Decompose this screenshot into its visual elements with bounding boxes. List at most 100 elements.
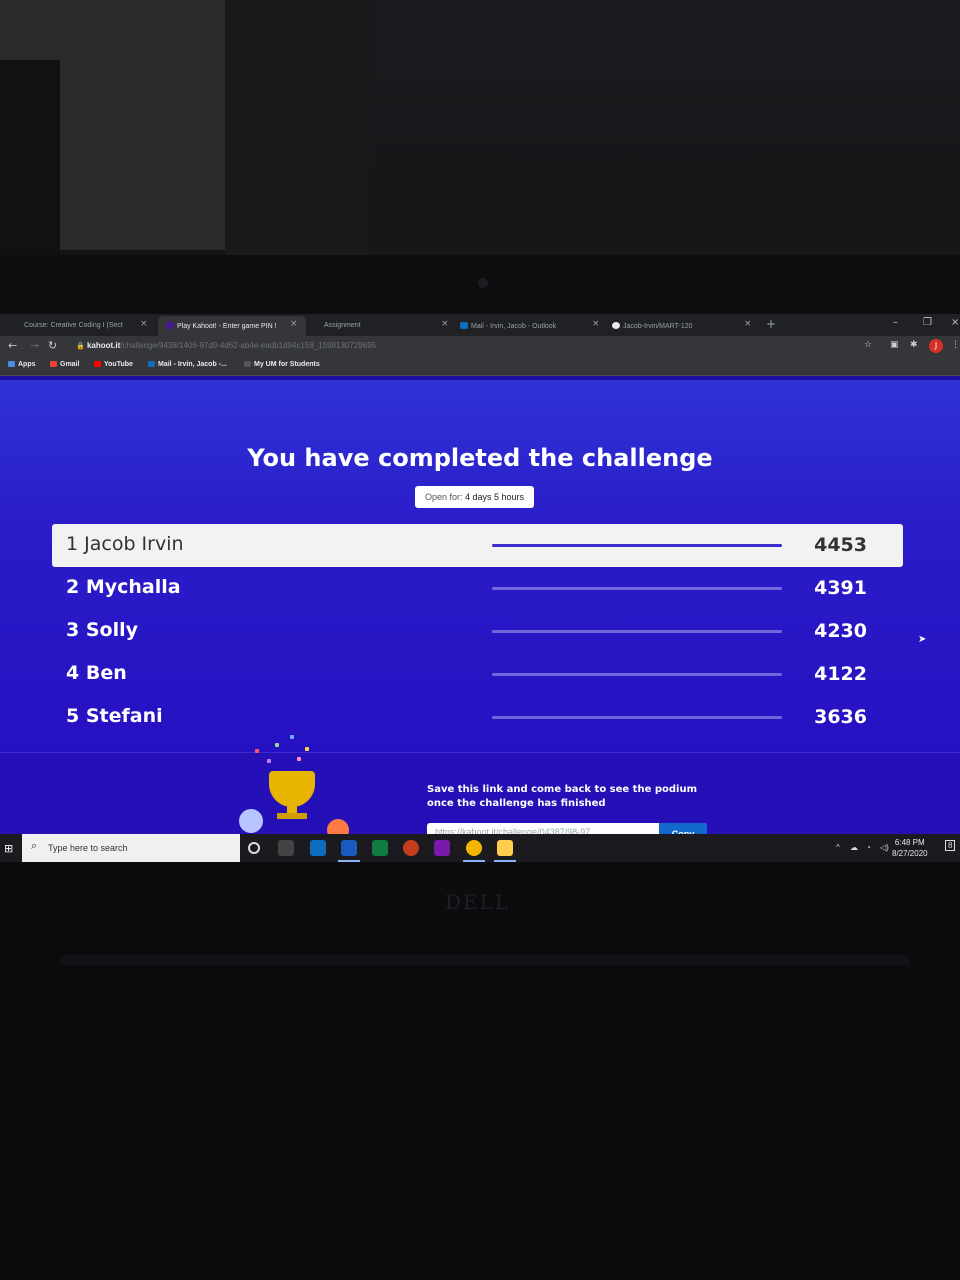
bookmark-apps[interactable]: Apps xyxy=(8,361,36,368)
save-link-instructions: Save this link and come back to see the … xyxy=(427,784,697,809)
mail-app-icon[interactable] xyxy=(310,840,326,856)
file-explorer-icon[interactable] xyxy=(497,840,513,856)
reload-icon[interactable]: ↻ xyxy=(48,339,57,352)
player-score: 4391 xyxy=(814,577,867,599)
minimize-icon[interactable]: – xyxy=(893,317,898,328)
address-bar[interactable]: 🔒 kahoot.it/challenge/9438/1406-97d9-4d6… xyxy=(70,339,885,353)
decor-ball xyxy=(239,809,263,833)
close-icon[interactable]: × xyxy=(140,319,148,329)
player-score: 4122 xyxy=(814,663,867,685)
extensions-puzzle-icon[interactable]: ✱ xyxy=(910,340,918,350)
bookmark-myum[interactable]: My UM for Students xyxy=(244,361,320,368)
tab-label: Assignment xyxy=(324,322,361,329)
trophy-illustration xyxy=(235,735,355,843)
cloud-icon[interactable]: ☁ xyxy=(850,843,858,852)
bookmark-label: YouTube xyxy=(104,361,133,368)
player-rank-name: 3 Solly xyxy=(66,619,138,641)
open-for-value: 4 days 5 hours xyxy=(465,492,525,502)
player-score: 4453 xyxy=(814,534,867,556)
active-app-indicator xyxy=(338,860,360,862)
excel-icon[interactable] xyxy=(372,840,388,856)
tab-assignment[interactable]: Assignment xyxy=(316,316,446,336)
webcam xyxy=(478,278,488,288)
active-app-indicator xyxy=(463,860,485,862)
wifi-icon[interactable]: ◔ xyxy=(866,843,871,852)
windows-taskbar: ⊞ ⌕ Type here to search ^ ☁ ◔ ◁) 6:48 PM xyxy=(0,834,960,862)
leaderboard-row: 2 Mychalla 4391 xyxy=(52,567,903,610)
maximize-icon[interactable]: ❐ xyxy=(923,317,932,328)
powerpoint-icon[interactable] xyxy=(403,840,419,856)
task-view-icon[interactable] xyxy=(278,840,294,856)
pocket-icon[interactable]: ▣ xyxy=(890,340,899,350)
windows-start-icon[interactable]: ⊞ xyxy=(4,842,13,855)
new-tab-plus-icon[interactable]: + xyxy=(766,317,776,331)
close-icon[interactable]: × xyxy=(290,319,298,329)
score-bar-fill xyxy=(492,544,782,547)
tab-label: Course: Creative Coding I (Sect xyxy=(24,322,123,329)
confetti-piece xyxy=(275,743,279,747)
tab-github[interactable]: Jacob-Irvin/MART-120 xyxy=(604,316,752,336)
chrome-icon[interactable] xyxy=(466,840,482,856)
tab-outlook[interactable]: Mail - Irvin, Jacob - Outlook xyxy=(452,316,600,336)
laptop-keyboard xyxy=(0,965,960,1280)
youtube-icon xyxy=(94,361,101,367)
share-footer: Save this link and come back to see the … xyxy=(0,735,960,845)
volume-icon[interactable]: ◁) xyxy=(880,843,889,852)
search-placeholder: Type here to search xyxy=(48,843,128,853)
bookmark-mail[interactable]: Mail - Irvin, Jacob -... xyxy=(148,361,227,368)
url-path: /challenge/9438/1406-97d9-4d62-ab4e-eadb… xyxy=(120,341,377,350)
taskbar-clock[interactable]: 6:48 PM 8/27/2020 xyxy=(892,837,928,859)
player-score: 3636 xyxy=(814,706,867,728)
player-score: 4230 xyxy=(814,620,867,642)
open-for-label: Open for: xyxy=(424,492,463,502)
player-rank-name: 5 Stefani xyxy=(66,705,163,727)
tab-course[interactable]: Course: Creative Coding I (Sect xyxy=(16,316,156,336)
background-panel xyxy=(0,60,60,260)
back-arrow-icon[interactable]: ← xyxy=(8,339,17,352)
tab-label: Play Kahoot! - Enter game PIN ! xyxy=(177,323,277,330)
close-icon[interactable]: × xyxy=(592,319,600,329)
open-for-badge: Open for: 4 days 5 hours xyxy=(415,486,534,508)
word-icon[interactable] xyxy=(341,840,357,856)
mouse-cursor-icon: ➤ xyxy=(918,634,927,645)
bookmark-label: Mail - Irvin, Jacob -... xyxy=(158,361,227,368)
gmail-icon xyxy=(50,361,57,367)
trophy-base xyxy=(277,813,307,819)
lock-icon: 🔒 xyxy=(76,343,85,350)
bookmark-star-icon[interactable]: ☆ xyxy=(864,340,872,350)
chevron-up-icon[interactable]: ^ xyxy=(836,843,840,852)
tab-label: Mail - Irvin, Jacob - Outlook xyxy=(471,323,557,330)
clock-time: 6:48 PM xyxy=(894,838,925,847)
onenote-icon[interactable] xyxy=(434,840,450,856)
leaderboard-row: 1 Jacob Irvin 4453 xyxy=(52,524,903,567)
tab-kahoot[interactable]: Play Kahoot! - Enter game PIN ! xyxy=(158,316,306,336)
bookmark-label: Apps xyxy=(18,361,36,368)
taskbar-search[interactable]: ⌕ Type here to search xyxy=(22,834,240,862)
menu-kebab-icon[interactable]: ⋮ xyxy=(951,340,960,350)
github-favicon-icon xyxy=(612,322,620,329)
outlook-favicon-icon xyxy=(460,322,468,329)
close-window-icon[interactable]: × xyxy=(951,317,959,328)
browser-tab-bar: Course: Creative Coding I (Sect × Play K… xyxy=(0,314,960,336)
player-rank-name: 2 Mychalla xyxy=(66,576,181,598)
close-icon[interactable]: × xyxy=(744,319,752,329)
kahoot-page: You have completed the challenge Open fo… xyxy=(0,380,960,752)
confetti-piece xyxy=(297,757,301,761)
forward-arrow-icon[interactable]: → xyxy=(30,339,39,352)
browser-toolbar: ← → ↻ 🔒 kahoot.it/challenge/9438/1406-97… xyxy=(0,336,960,356)
kahoot-favicon-icon xyxy=(166,322,174,329)
page-title: You have completed the challenge xyxy=(247,444,713,472)
active-app-indicator xyxy=(494,860,516,862)
notification-icon[interactable]: 8 xyxy=(945,840,956,851)
confetti-piece xyxy=(267,759,271,763)
bookmark-label: Gmail xyxy=(60,361,80,368)
dell-logo: DELL xyxy=(445,890,511,914)
trophy-icon xyxy=(269,771,315,807)
cortana-icon[interactable] xyxy=(248,842,260,854)
profile-avatar[interactable]: J xyxy=(929,339,943,353)
close-icon[interactable]: × xyxy=(441,319,449,329)
bookmark-youtube[interactable]: YouTube xyxy=(94,361,133,368)
photo-scene: Course: Creative Coding I (Sect × Play K… xyxy=(0,0,960,1280)
leaderboard-row: 3 Solly 4230 xyxy=(52,610,903,653)
bookmark-gmail[interactable]: Gmail xyxy=(50,361,79,368)
